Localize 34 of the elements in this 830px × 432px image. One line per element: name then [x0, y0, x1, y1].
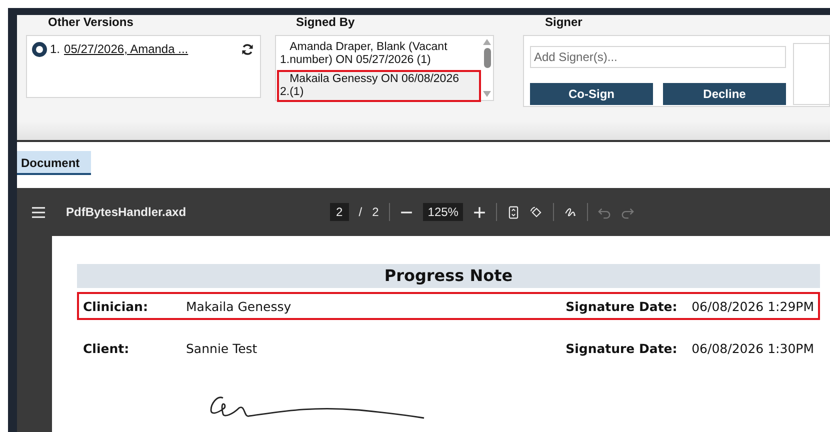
- field-value: Sannie Test: [186, 340, 258, 356]
- zoom-in-icon[interactable]: [473, 206, 486, 218]
- version-link[interactable]: 05/27/2026, Amanda ...: [64, 42, 188, 56]
- field-label: Signature Date:: [566, 298, 678, 314]
- page-separator: /: [358, 205, 362, 219]
- rotate-icon[interactable]: [530, 206, 544, 218]
- section-label: Other Versions: [47, 15, 134, 31]
- field-label: Signature Date:: [566, 340, 678, 356]
- section-label: Signer: [544, 15, 584, 31]
- field-label: Client:: [83, 340, 130, 356]
- file-name: PdfBytesHandler.axd: [66, 205, 186, 219]
- field-value: 06/08/2026 1:29PM: [692, 298, 814, 314]
- page-count: 2: [372, 205, 379, 219]
- page-number-field[interactable]: 2: [330, 203, 349, 221]
- field-value: Makaila Genessy: [186, 298, 292, 314]
- signer-list-item[interactable]: 1. Amanda Draper, Blank (Vacant number) ON 05/27/2026 (1): [277, 38, 481, 70]
- document-title: Progress Note: [77, 264, 820, 288]
- fit-page-icon[interactable]: [507, 206, 520, 218]
- radio-button[interactable]: [33, 42, 46, 56]
- add-signer-field[interactable]: Add Signer(s)...: [530, 46, 786, 68]
- action-button[interactable]: Decline: [663, 83, 786, 105]
- action-button[interactable]: Co-Sign: [530, 83, 653, 105]
- field-value: 06/08/2026 1:30PM: [692, 340, 814, 356]
- menu-icon[interactable]: [32, 206, 45, 218]
- refresh-icon[interactable]: [241, 42, 254, 56]
- redo-icon[interactable]: [621, 206, 634, 218]
- item-number: 1.: [50, 42, 60, 56]
- signer-list-item[interactable]: 2. Makaila Genessy ON 06/08/2026 (1): [277, 70, 481, 102]
- undo-icon[interactable]: [598, 206, 612, 218]
- draw-icon[interactable]: [564, 206, 578, 218]
- zoom-field[interactable]: 125%: [422, 203, 464, 221]
- document-tab[interactable]: Document: [17, 151, 91, 175]
- section-label: Signed By: [295, 15, 356, 31]
- field-label: Clinician:: [83, 298, 149, 314]
